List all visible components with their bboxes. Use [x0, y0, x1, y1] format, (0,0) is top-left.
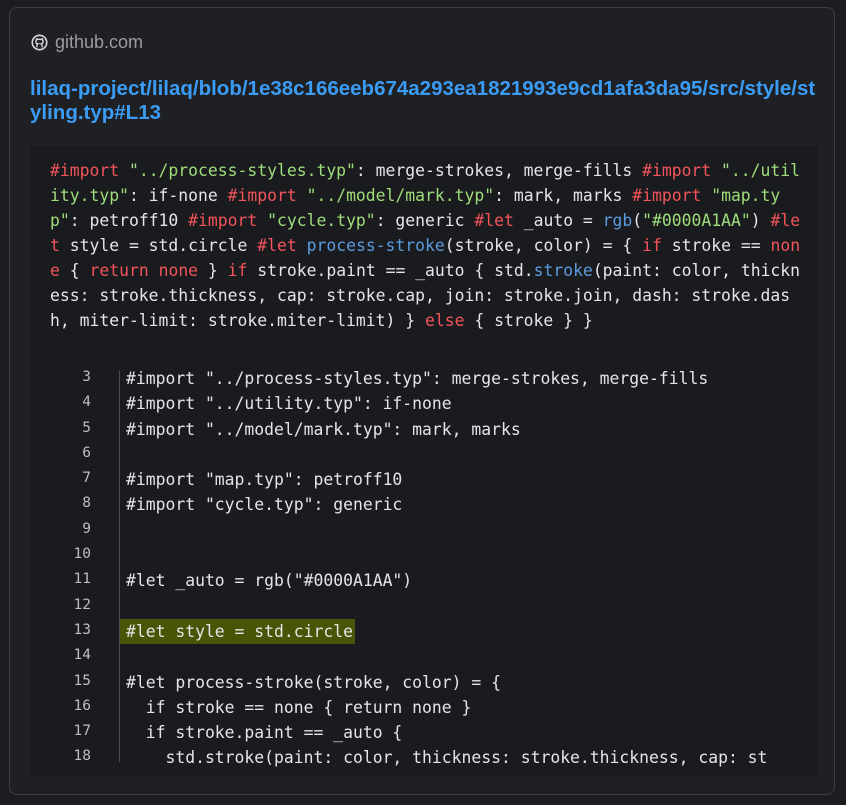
code-token: (stroke, color) = {: [444, 236, 643, 255]
code-token: stroke.paint == _auto { std.: [247, 261, 534, 280]
code-token: #import: [632, 186, 702, 205]
line-number: 15: [73, 672, 91, 689]
code-token: : petroff10: [69, 211, 189, 230]
code-token: #import: [50, 161, 120, 180]
code-token: #import: [642, 161, 712, 180]
code-token: { stroke } }: [464, 311, 593, 330]
line-text: if stroke == none { return none }: [126, 697, 472, 717]
code-preview: #import "../process-styles.typ": merge-s…: [30, 146, 818, 776]
code-line: 14: [30, 644, 818, 670]
code-token: #let: [257, 236, 297, 255]
code-token: stroke ==: [661, 236, 771, 255]
code-token: #let: [474, 211, 514, 230]
line-number: 12: [73, 596, 91, 613]
code-token: #import: [188, 211, 258, 230]
site-name: github.com: [55, 32, 144, 52]
code-line: 13 #let style = std.circle: [30, 618, 818, 645]
line-text: #import "../utility.typ": if-none: [126, 394, 452, 414]
github-icon: [31, 34, 48, 51]
code-line: 9: [30, 517, 818, 544]
code-token: return: [89, 261, 149, 280]
line-text: #let process-stroke(stroke, color) = {: [126, 672, 501, 692]
code-token: if: [227, 261, 248, 280]
line-number: 4: [82, 394, 91, 411]
code-token: {: [59, 261, 90, 280]
code-token: _auto =: [513, 211, 603, 230]
line-number: 10: [73, 546, 91, 563]
code-token: "#0000A1AA": [642, 211, 751, 230]
line-number: 11: [73, 571, 91, 588]
code-token: "../process-styles.typ": [128, 161, 356, 180]
line-text: [120, 518, 126, 543]
code-line: 8 #import "cycle.typ": generic: [30, 492, 818, 518]
code-token: process-stroke: [306, 236, 445, 255]
code-token: stroke: [533, 261, 593, 280]
link-preview-card: github.com lilaq-project/lilaq/blob/1e38…: [9, 7, 835, 795]
code-token: else: [424, 311, 465, 330]
code-token: "cycle.typ": [267, 211, 376, 230]
line-number: 8: [82, 495, 91, 512]
code-lines: 3 #import "../process-styles.typ": merge-…: [30, 366, 818, 771]
code-token: : mark, marks: [494, 186, 633, 205]
file-link[interactable]: lilaq-project/lilaq/blob/1e38c166eeb674a…: [30, 77, 820, 125]
line-text: std.stroke(paint: color, thickness: stro…: [126, 748, 768, 768]
code-token: none: [158, 261, 199, 280]
line-text: [120, 543, 126, 568]
code-token: rgb: [602, 211, 633, 230]
line-number: 18: [73, 748, 91, 765]
code-token: if: [642, 236, 662, 255]
code-line: 12: [30, 593, 818, 619]
code-token: }: [198, 261, 228, 280]
code-line: 3 #import "../process-styles.typ": merge-…: [30, 366, 818, 392]
line-number: 17: [73, 723, 91, 740]
code-token: #import: [227, 186, 297, 205]
code-line: 15 #let process-stroke(stroke, color) = {: [30, 669, 818, 695]
line-text: #import "../model/mark.typ": mark, marks: [126, 419, 521, 439]
code-line: 7 #import "map.typ": petroff10: [30, 467, 818, 493]
code-token: : if-none: [128, 186, 228, 205]
code-line: 10: [30, 543, 818, 569]
code-token: : generic: [375, 211, 475, 230]
line-text: #import "map.typ": petroff10: [126, 470, 403, 490]
line-number: 14: [73, 647, 91, 664]
line-number: 3: [82, 369, 91, 385]
code-token: style = std.circle: [59, 236, 258, 255]
line-number: 13: [73, 621, 91, 638]
site-header: github.com: [31, 32, 143, 53]
code-line: 16 if stroke == none { return none }: [30, 694, 818, 721]
line-text: #let _auto = rgb("#0000A1AA"): [126, 571, 413, 591]
highlighted-line-text: #let style = std.circle: [120, 618, 355, 644]
code-line: 18 std.stroke(paint: color, thickness: s…: [30, 745, 818, 770]
line-number: 7: [82, 470, 91, 487]
line-text: [120, 594, 126, 619]
line-text: #import "../process-styles.typ": merge-s…: [126, 369, 709, 388]
code-line: 5 #import "../model/mark.typ": mark, mark…: [30, 416, 818, 442]
line-number: 6: [82, 444, 91, 461]
line-text: #import "cycle.typ": generic: [126, 495, 403, 515]
flattened-code-snippet: #import "../process-styles.typ": merge-s…: [50, 158, 804, 333]
code-token: : merge-strokes, merge-fills: [355, 161, 643, 180]
line-number: 16: [73, 697, 91, 714]
code-token: (: [632, 211, 643, 230]
line-number: 9: [82, 520, 91, 537]
code-token: "../model/mark.typ": [306, 186, 495, 205]
code-token: ): [750, 211, 771, 230]
line-text: [120, 442, 126, 467]
line-text: if stroke.paint == _auto {: [126, 723, 403, 743]
line-number: 5: [82, 419, 91, 436]
code-line: 11 #let _auto = rgb("#0000A1AA"): [30, 568, 818, 594]
code-line: 17 if stroke.paint == _auto {: [30, 720, 818, 746]
line-text: [120, 644, 126, 669]
code-line: 6: [30, 441, 818, 468]
code-line: 4 #import "../utility.typ": if-none: [30, 391, 818, 417]
